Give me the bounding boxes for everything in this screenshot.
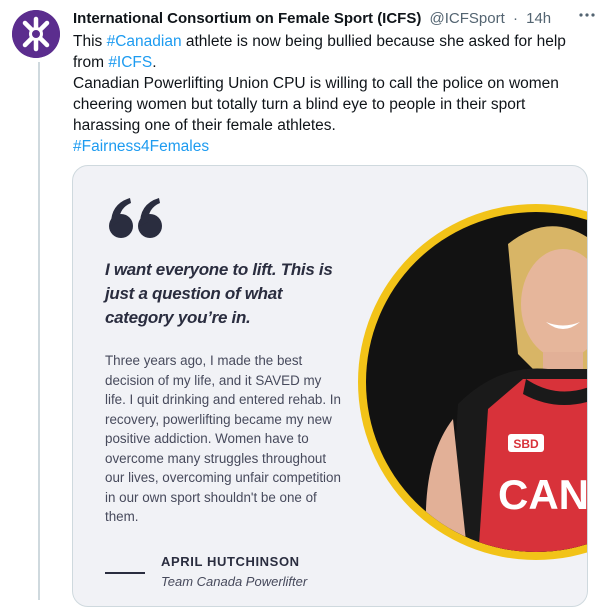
icfs-logo-icon bbox=[12, 10, 60, 58]
post-paragraph-1: This #Canadian athlete is now being bull… bbox=[73, 31, 573, 73]
quote-icon bbox=[109, 198, 162, 238]
signature-name: APRIL HUTCHINSON bbox=[161, 554, 300, 569]
hashtag-fairness[interactable]: #Fairness4Females bbox=[73, 138, 209, 155]
separator-dot: · bbox=[512, 10, 518, 27]
avatar[interactable] bbox=[12, 10, 60, 58]
hashtag-canadian[interactable]: #Canadian bbox=[107, 33, 182, 50]
hashtag-icfs[interactable]: #ICFS bbox=[108, 54, 152, 71]
author-handle[interactable]: @ICFSport bbox=[430, 10, 505, 27]
post-paragraph-2: Canadian Powerlifting Union CPU is willi… bbox=[73, 75, 559, 134]
post-text: This #Canadian athlete is now being bull… bbox=[73, 31, 573, 157]
quote-headline: I want everyone to lift. This is just a … bbox=[105, 260, 333, 327]
text-segment: . bbox=[152, 54, 157, 71]
more-options-icon[interactable] bbox=[578, 6, 596, 29]
post-header: International Consortium on Female Sport… bbox=[73, 9, 583, 29]
signature-divider bbox=[105, 572, 145, 574]
quote-body: Three years ago, I made the best decisio… bbox=[105, 353, 341, 524]
text-segment: This bbox=[73, 33, 107, 50]
media-card[interactable]: I want everyone to lift. This is just a … bbox=[72, 165, 588, 607]
singlet-logo: SBD bbox=[513, 437, 539, 451]
post-time[interactable]: 14h bbox=[526, 10, 551, 27]
author-name[interactable]: International Consortium on Female Sport… bbox=[73, 10, 421, 27]
singlet-text: CAN bbox=[498, 471, 588, 518]
athlete-photo: SBD CAN bbox=[358, 204, 588, 560]
signature-title: Team Canada Powerlifter bbox=[161, 574, 308, 589]
thread-line bbox=[38, 62, 40, 600]
